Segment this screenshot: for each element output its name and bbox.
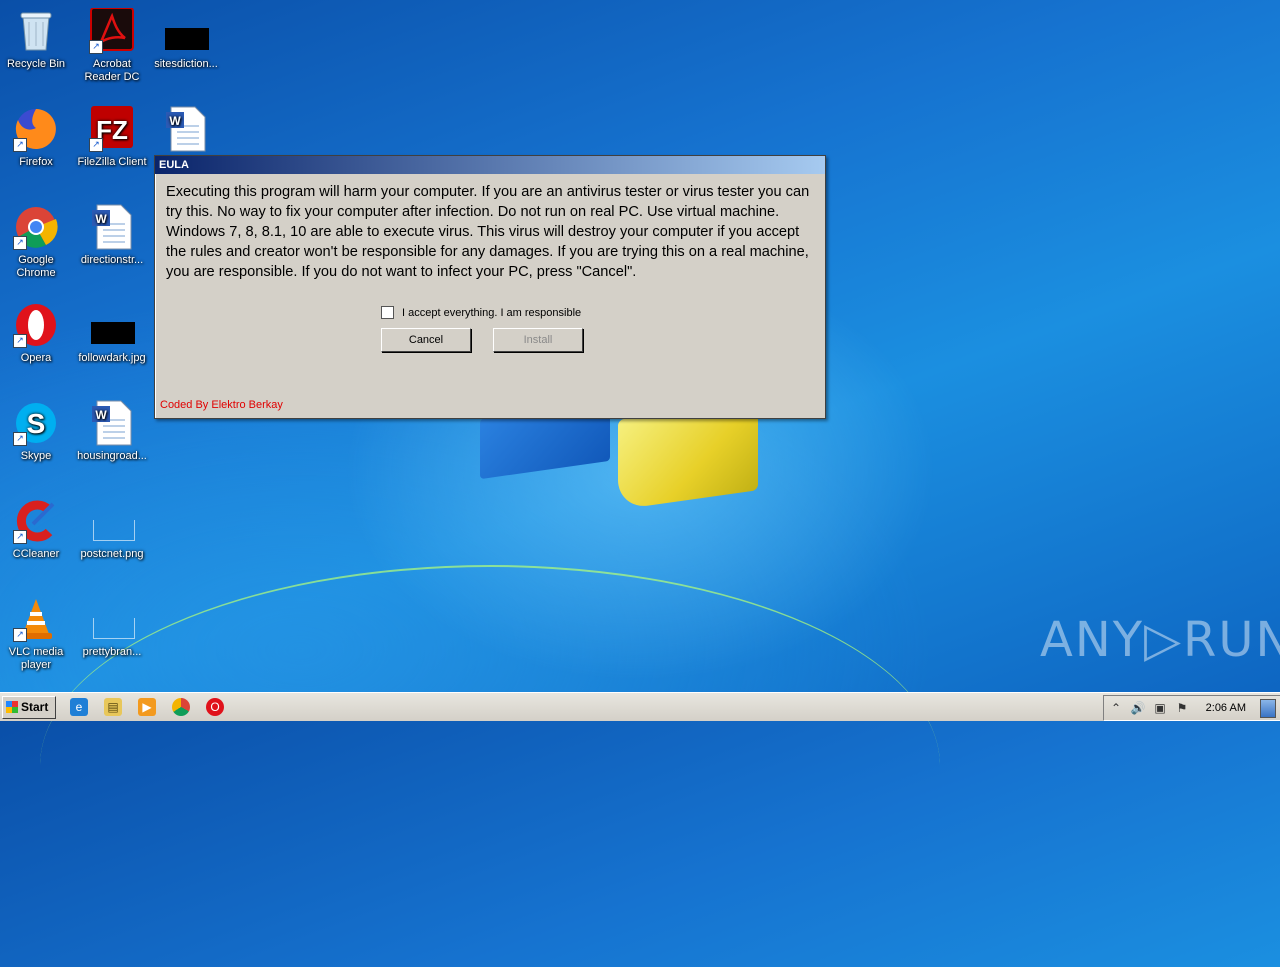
shortcut-arrow-icon: ↗ [13,138,27,152]
skype-icon: S ↗ [13,400,59,446]
accept-checkbox-label: I accept everything. I am responsible [402,306,582,319]
icon-label: followdark.jpg [78,352,146,364]
icon-label: postcnet.png [80,548,144,560]
filezilla-icon: FZ ↗ [89,106,135,152]
desktop-icon-word-document[interactable]: W [148,106,224,156]
desktop-icon-opera[interactable]: ↗ Opera [0,302,74,365]
shortcut-arrow-icon: ↗ [13,628,27,642]
icon-label: Firefox [19,156,53,168]
file-explorer-icon[interactable]: ▤ [104,698,122,716]
media-player-icon[interactable]: ▶ [138,698,156,716]
author-credit: Coded By Elektro Berkay [160,399,283,411]
svg-text:W: W [95,408,107,422]
taskbar: Start e ▤ ▶ O ⌃ 🔊 ▣ ⚑ 2:06 AM [0,692,1280,721]
action-center-flag-icon[interactable]: ⚑ [1174,700,1190,716]
image-thumbnail-icon [89,302,135,348]
eula-message: Executing this program will harm your co… [166,184,810,280]
icon-label: prettybran... [82,646,142,658]
image-thumbnail-icon [89,596,135,642]
opera-taskbar-icon[interactable]: O [206,698,224,716]
icon-label: directionstr... [80,254,144,266]
icon-label: FileZilla Client [77,156,147,168]
icon-label: Opera [20,352,52,364]
desktop-icon-google-chrome[interactable]: ↗ Google Chrome [0,204,74,280]
desktop-icon-sitesdiction[interactable]: sitesdiction... [148,8,224,71]
image-thumbnail-icon [89,498,135,544]
shortcut-arrow-icon: ↗ [89,40,103,54]
desktop-icon-prettybran[interactable]: prettybran... [74,596,150,659]
word-document-icon: W [89,204,135,250]
icon-label: sitesdiction... [154,58,218,70]
cancel-button[interactable]: Cancel [381,328,471,352]
desktop-icon-vlc[interactable]: ↗ VLC media player [0,596,74,672]
icon-label: Acrobat Reader DC [84,58,140,83]
word-document-icon: W [163,106,209,152]
shortcut-arrow-icon: ↗ [13,334,27,348]
svg-text:W: W [95,212,107,226]
accept-checkbox-row[interactable]: I accept everything. I am responsible [381,306,581,319]
chrome-taskbar-icon[interactable] [172,698,190,716]
desktop-icon-directionstr[interactable]: W directionstr... [74,204,150,267]
icon-label: Recycle Bin [6,58,66,70]
desktop-icon-recycle-bin[interactable]: Recycle Bin [0,8,74,71]
desktop-icon-housingroad[interactable]: W housingroad... [74,400,150,463]
ccleaner-icon: ↗ [13,498,59,544]
desktop-icon-filezilla[interactable]: FZ ↗ FileZilla Client [74,106,150,169]
chrome-icon: ↗ [13,204,59,250]
start-button[interactable]: Start [2,696,56,719]
icon-label: CCleaner [12,548,60,560]
opera-icon: ↗ [13,302,59,348]
shortcut-arrow-icon: ↗ [89,138,103,152]
shortcut-arrow-icon: ↗ [13,236,27,250]
vlc-cone-icon: ↗ [13,596,59,642]
show-desktop-button[interactable] [1260,699,1276,718]
taskbar-clock[interactable]: 2:06 AM [1206,696,1246,720]
volume-icon[interactable]: 🔊 [1130,700,1146,716]
desktop-icon-firefox[interactable]: ↗ Firefox [0,106,74,169]
shortcut-arrow-icon: ↗ [13,530,27,544]
icon-label: Google Chrome [16,254,56,279]
svg-text:S: S [27,408,46,439]
icon-label: housingroad... [77,450,147,462]
desktop-icon-postcnet[interactable]: postcnet.png [74,498,150,561]
svg-text:W: W [169,114,181,128]
system-tray: ⌃ 🔊 ▣ ⚑ 2:06 AM [1103,695,1280,721]
word-document-icon: W [89,400,135,446]
desktop-icon-ccleaner[interactable]: ↗ CCleaner [0,498,74,561]
shortcut-arrow-icon: ↗ [13,432,27,446]
install-button[interactable]: Install [493,328,583,352]
image-thumbnail-icon [163,8,209,54]
firefox-icon: ↗ [13,106,59,152]
desktop-icon-followdark[interactable]: followdark.jpg [74,302,150,365]
start-label: Start [21,700,49,714]
eula-dialog: EULA Executing this program will harm yo… [154,155,826,419]
acrobat-icon: ↗ [89,7,135,54]
show-hidden-icons-chevron-icon[interactable]: ⌃ [1108,700,1124,716]
icon-label: Skype [20,450,52,462]
recycle-bin-icon [13,8,59,54]
icon-label: VLC media player [8,646,64,671]
windows-logo-icon [6,701,18,713]
dialog-title[interactable]: EULA [155,156,825,174]
wallpaper-swirl [40,565,940,967]
accept-checkbox[interactable] [381,306,394,319]
desktop-icon-acrobat[interactable]: ↗ Acrobat Reader DC [74,7,150,84]
desktop-icon-skype[interactable]: S ↗ Skype [0,400,74,463]
network-icon[interactable]: ▣ [1152,700,1168,716]
anyrun-watermark: ANY▷RUN [1040,612,1280,668]
internet-explorer-icon[interactable]: e [70,698,88,716]
